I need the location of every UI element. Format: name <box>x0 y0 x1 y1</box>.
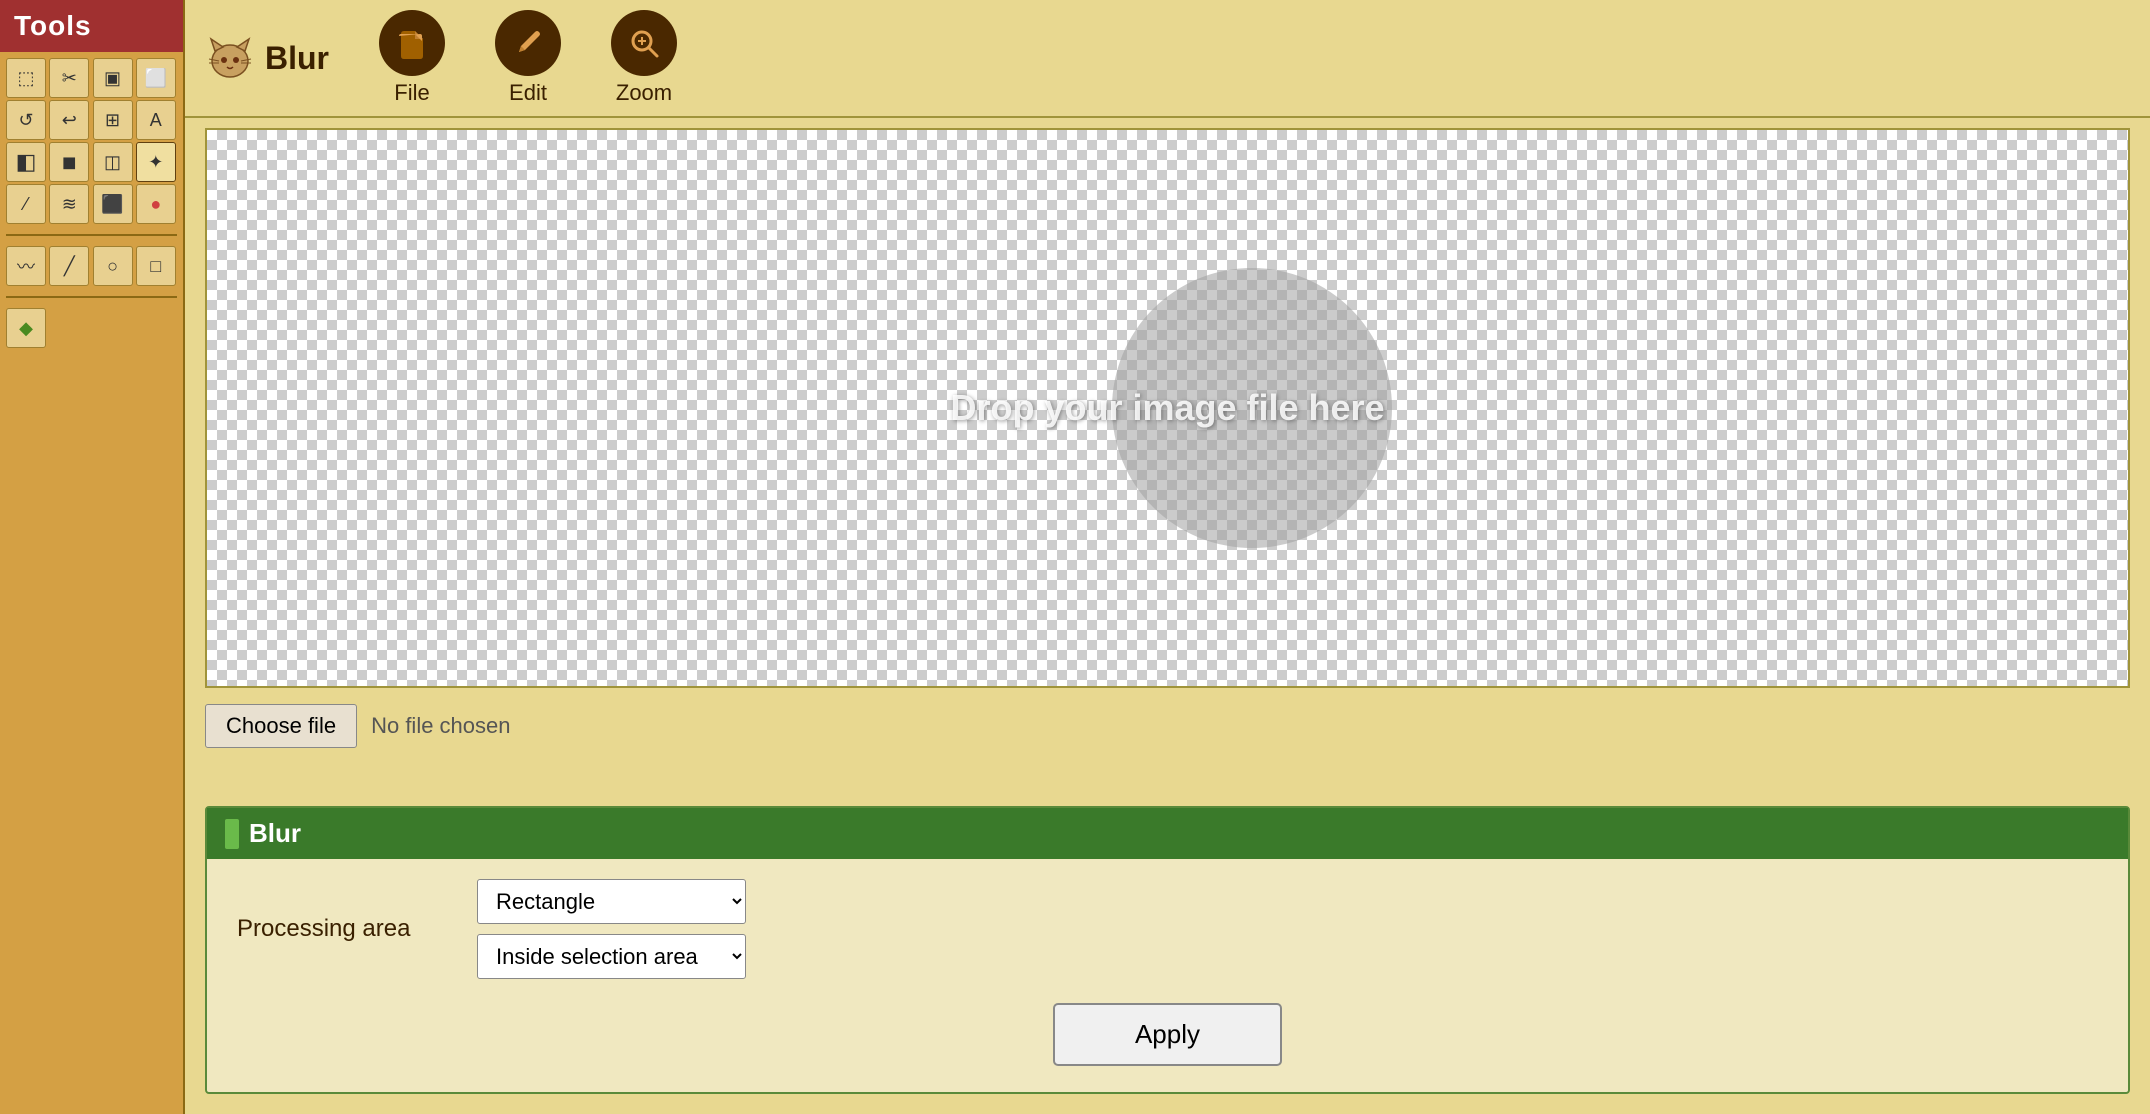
fg-bg-tool[interactable]: ◧ <box>6 142 46 182</box>
line-tool[interactable]: ╱ <box>49 246 89 286</box>
curve-tool[interactable]: 〰 <box>6 246 46 286</box>
processing-area-row: Processing area Rectangle Ellipse Custom… <box>237 879 2098 979</box>
edit-toolbar-btn[interactable]: Edit <box>495 10 561 106</box>
clone-tool[interactable]: ⊞ <box>93 100 133 140</box>
undo-tool[interactable]: ↩ <box>49 100 89 140</box>
rotate-ccw-tool[interactable]: ↺ <box>6 100 46 140</box>
ellipse-tool[interactable]: ○ <box>93 246 133 286</box>
blur-panel-title: Blur <box>249 818 301 849</box>
tool-divider-2 <box>6 296 177 298</box>
blur-panel-body: Processing area Rectangle Ellipse Custom… <box>207 859 2128 1092</box>
processing-area-label: Processing area <box>237 915 457 943</box>
fill-tool[interactable]: ◼ <box>49 142 89 182</box>
smudge-tool[interactable]: ≋ <box>49 184 89 224</box>
zoom-toolbar-btn[interactable]: Zoom <box>611 10 677 106</box>
edit-icon <box>495 10 561 76</box>
red-tool[interactable]: ● <box>136 184 176 224</box>
select-tool[interactable]: ⬚ <box>6 58 46 98</box>
file-name-label: No file chosen <box>371 713 510 739</box>
drop-circle <box>1112 268 1392 548</box>
main-panel: Blur File Edit Zoom Drop your image file <box>185 0 2150 1114</box>
blur-header-indicator <box>225 819 239 849</box>
zoom-label: Zoom <box>616 80 672 106</box>
file-toolbar-btn[interactable]: File <box>379 10 445 106</box>
blur-select-group: Rectangle Ellipse Custom Inside selectio… <box>477 879 746 979</box>
blur-panel-header: Blur <box>207 808 2128 859</box>
app-title: Blur <box>265 40 329 77</box>
cut-tool[interactable]: ✂ <box>49 58 89 98</box>
shape-select[interactable]: Rectangle Ellipse Custom <box>477 879 746 924</box>
fx-tool[interactable]: ✦ <box>136 142 176 182</box>
canvas-area: Drop your image file here Choose file No… <box>185 118 2150 806</box>
choose-file-button[interactable]: Choose file <box>205 704 357 748</box>
topbar: Blur File Edit Zoom <box>185 0 2150 118</box>
area-select[interactable]: Inside selection area Outside selection … <box>477 934 746 979</box>
crop-tool[interactable]: ⬜ <box>136 58 176 98</box>
app-logo-icon <box>205 33 255 83</box>
drop-zone[interactable]: Drop your image file here <box>205 128 2130 688</box>
copy-tool[interactable]: ▣ <box>93 58 133 98</box>
sidebar-title: Tools <box>0 0 183 52</box>
tool-divider <box>6 234 177 236</box>
transparency-tool[interactable]: ◫ <box>93 142 133 182</box>
rect-tool[interactable]: □ <box>136 246 176 286</box>
app-logo: Blur <box>205 33 329 83</box>
edit-label: Edit <box>509 80 547 106</box>
text-tool[interactable]: A <box>136 100 176 140</box>
file-label: File <box>394 80 429 106</box>
apply-button[interactable]: Apply <box>1053 1003 1282 1066</box>
blur-panel: Blur Processing area Rectangle Ellipse C… <box>205 806 2130 1094</box>
tool-row-3: ◆ <box>0 302 183 354</box>
pattern-tool[interactable]: ⬛ <box>93 184 133 224</box>
sidebar: Tools ⬚ ✂ ▣ ⬜ ↺ ↩ ⊞ A ◧ ◼ ◫ ✦ ⁄ ≋ ⬛ ● 〰 … <box>0 0 185 1114</box>
tool-row-1: ⬚ ✂ ▣ ⬜ ↺ ↩ ⊞ A ◧ ◼ ◫ ✦ ⁄ ≋ ⬛ ● <box>0 52 183 230</box>
tool-row-2: 〰 ╱ ○ □ <box>0 240 183 292</box>
zoom-icon <box>611 10 677 76</box>
file-icon <box>379 10 445 76</box>
eyedropper-tool[interactable]: ⁄ <box>6 184 46 224</box>
diamond-tool[interactable]: ◆ <box>6 308 46 348</box>
file-row: Choose file No file chosen <box>205 698 2130 754</box>
apply-row: Apply <box>237 993 2098 1072</box>
